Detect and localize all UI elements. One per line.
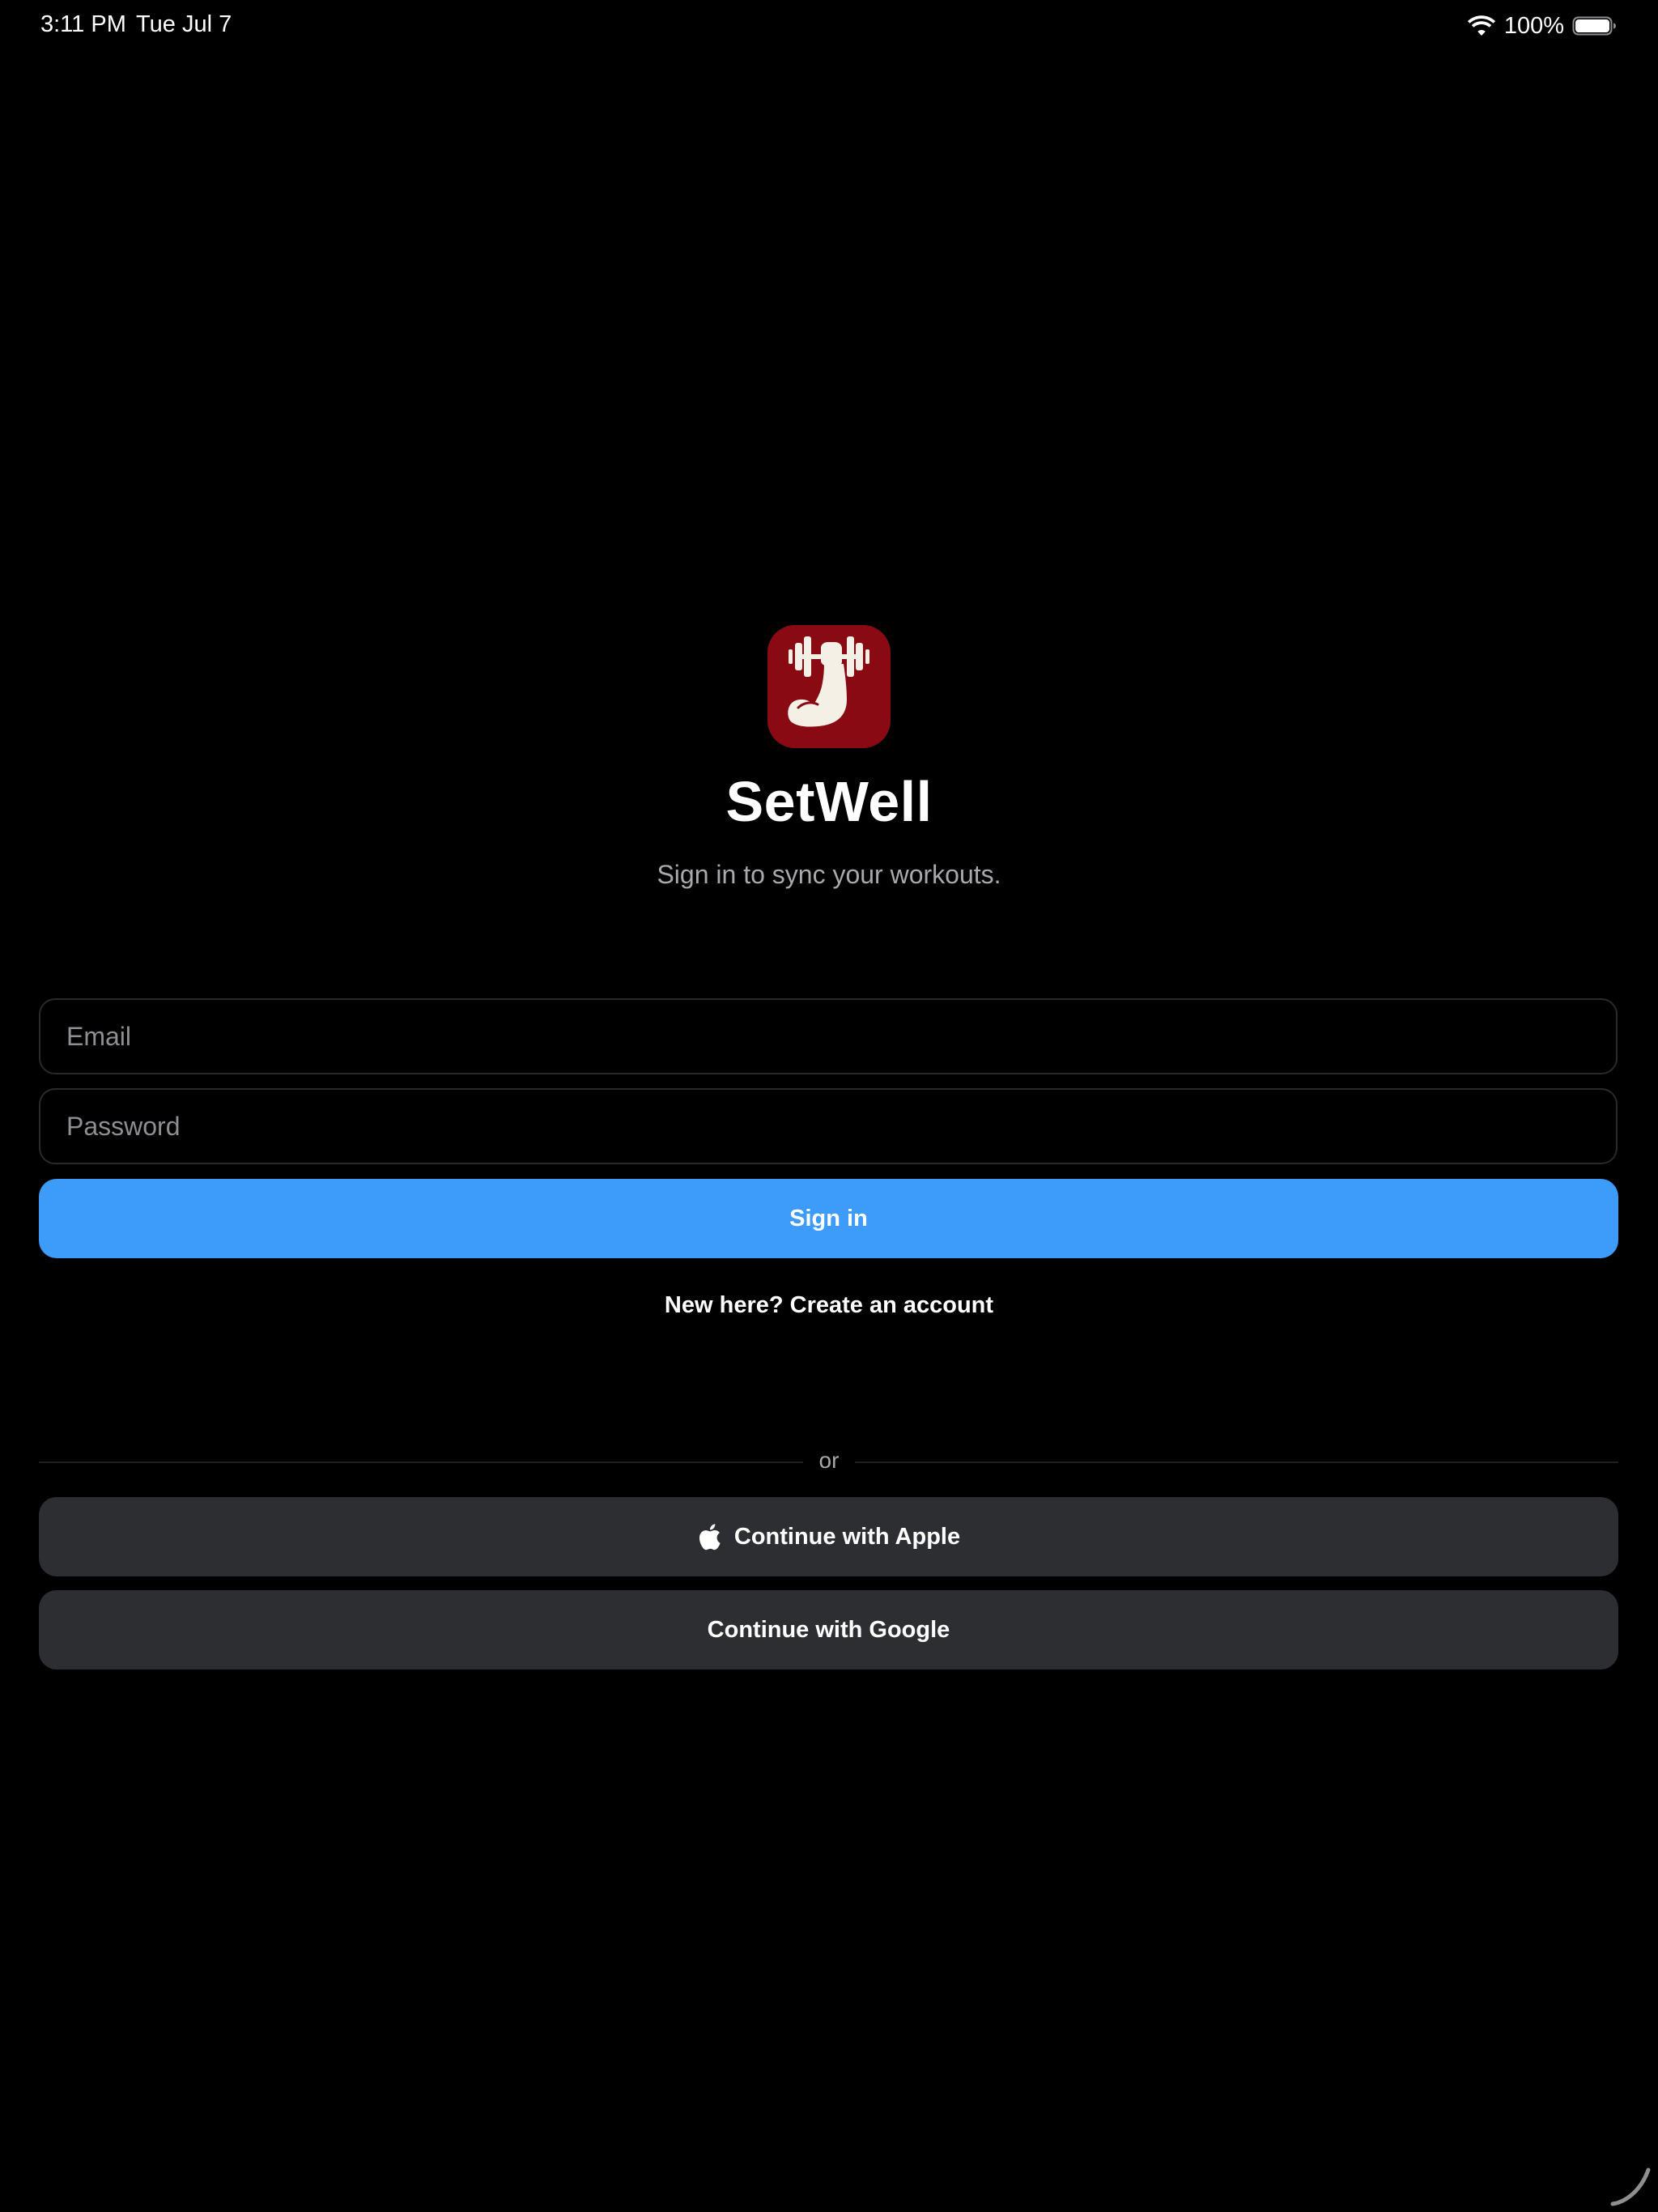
continue-with-google-button[interactable]: Continue with Google	[39, 1590, 1618, 1670]
apple-icon	[699, 1524, 721, 1551]
sign-in-button-label: Sign in	[789, 1205, 868, 1231]
divider-line-right	[855, 1461, 1618, 1463]
app-subtitle: Sign in to sync your workouts.	[657, 860, 1001, 889]
status-indicators: 100%	[1467, 11, 1618, 40]
continue-with-apple-button[interactable]: Continue with Apple	[39, 1497, 1618, 1576]
sign-in-button[interactable]: Sign in	[39, 1179, 1618, 1258]
app-title: SetWell	[725, 770, 933, 833]
continue-with-apple-label: Continue with Apple	[733, 1523, 961, 1550]
battery-percent: 100%	[1503, 12, 1564, 39]
divider-label: or	[818, 1448, 840, 1473]
password-field[interactable]	[39, 1088, 1618, 1164]
continue-with-google-label: Continue with Google	[707, 1616, 950, 1643]
status-time: 3:11 PM	[40, 11, 126, 37]
status-bar: 3:11 PM Tue Jul 7 100%	[0, 0, 1658, 52]
status-date: Tue Jul 7	[136, 11, 232, 37]
wifi-icon	[1467, 15, 1495, 36]
corner-handle-icon	[1610, 2167, 1651, 2206]
battery-icon	[1572, 16, 1616, 36]
create-account-link[interactable]: New here? Create an account	[0, 1292, 1658, 1319]
email-field[interactable]	[39, 998, 1618, 1074]
app-logo	[767, 625, 891, 748]
dumbbell-arm-icon	[788, 636, 869, 727]
